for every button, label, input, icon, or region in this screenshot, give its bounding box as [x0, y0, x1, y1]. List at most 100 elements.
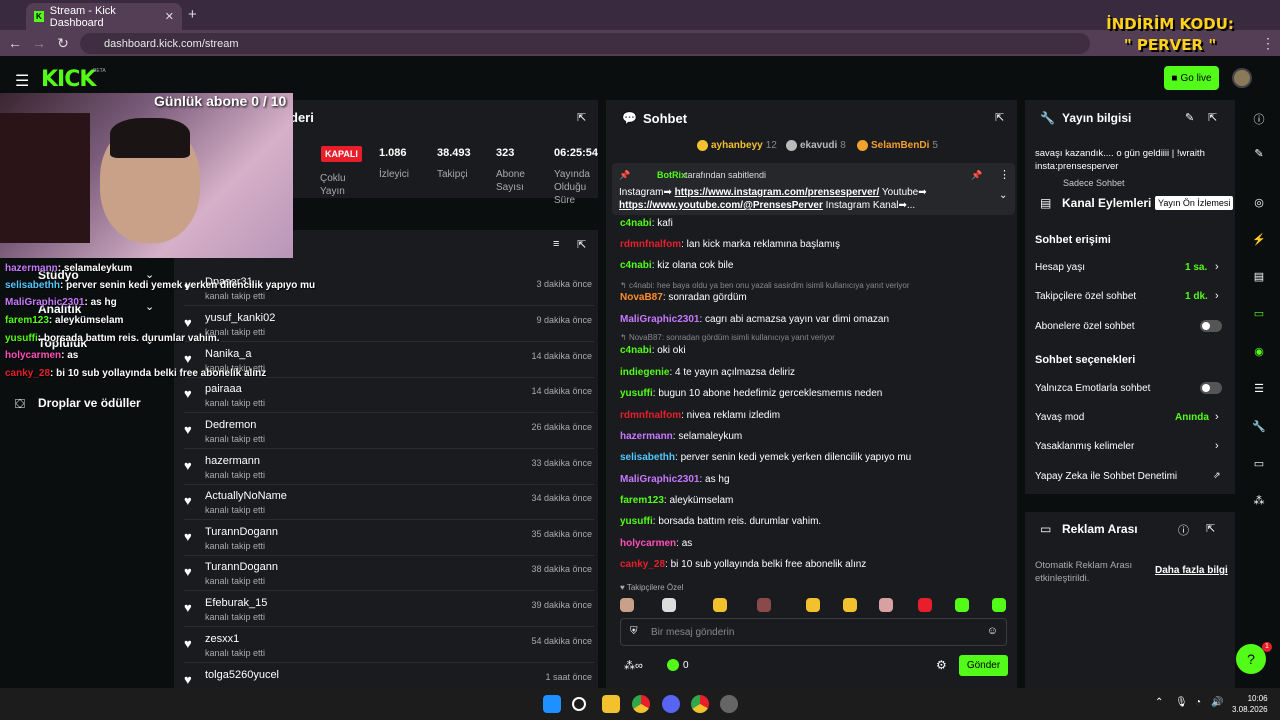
sidebar-item-drops[interactable]: Droplar ve ödüller — [38, 396, 141, 410]
subscribers-only-toggle[interactable] — [1200, 320, 1222, 332]
lightning-icon[interactable]: ⚡ — [1251, 233, 1267, 249]
emote-icon[interactable] — [713, 598, 727, 612]
kick-logo[interactable]: KICK — [41, 67, 96, 92]
ai-moderation-label[interactable]: Yapay Zeka ile Sohbet Denetimi — [1035, 471, 1177, 482]
chat-username[interactable]: c4nabi — [620, 260, 652, 271]
back-icon[interactable]: ← — [3, 35, 27, 51]
followers-only-chat-value[interactable]: 1 dk. — [1185, 291, 1208, 302]
emote-only-toggle[interactable] — [1200, 382, 1222, 394]
windows-start-icon[interactable] — [543, 695, 561, 713]
top-gifter: SelamBenDi 5 — [857, 140, 938, 151]
chat-username[interactable]: MaliGraphic2301 — [620, 474, 699, 485]
chat-username[interactable]: MaliGraphic2301 — [620, 314, 699, 325]
chevron-right-icon[interactable]: › — [1215, 290, 1219, 302]
info-icon[interactable]: ⓘ — [1251, 111, 1267, 127]
app-icon[interactable] — [720, 695, 738, 713]
clock[interactable]: 10:06 3.08.2026 — [1232, 693, 1268, 715]
chat-username[interactable]: selisabethh — [620, 452, 675, 463]
file-explorer-icon[interactable] — [602, 695, 620, 713]
drops-icon[interactable]: ⁂ — [1251, 494, 1267, 510]
chat-username[interactable]: c4nabi — [620, 218, 652, 229]
popout-icon[interactable]: ⇱ — [1206, 522, 1215, 535]
send-button[interactable]: Gönder — [959, 655, 1008, 676]
chat-username[interactable]: farem123 — [620, 495, 664, 506]
info-icon[interactable]: ⓘ — [1178, 522, 1189, 538]
chat-username[interactable]: rdmnfnalfom — [620, 410, 681, 421]
filter-icon[interactable]: ≡ — [553, 238, 559, 250]
more-options-icon[interactable]: ⋮ — [999, 168, 1010, 181]
emote-icon[interactable] — [757, 598, 771, 612]
document-icon[interactable]: ▤ — [1251, 270, 1267, 286]
chat-username[interactable]: c4nabi — [620, 345, 652, 356]
wrench-icon[interactable]: 🔧 — [1251, 420, 1267, 436]
chat-message: MaliGraphic2301: cagrı abi acmazsa yayın… — [620, 314, 889, 325]
emote-icon[interactable] — [620, 598, 634, 612]
chat-username[interactable]: hazermann — [620, 431, 673, 442]
tab-close-icon[interactable]: ✕ — [165, 10, 174, 23]
list-item: ♥ Dedremon kanalı takip etti 26 dakika önce — [184, 414, 594, 449]
emote-icon[interactable] — [955, 598, 969, 612]
chrome-icon[interactable] — [691, 695, 709, 713]
popout-icon[interactable]: ⇱ — [1208, 111, 1217, 124]
instagram-link[interactable]: https://www.instagram.com/prensesperver/ — [675, 187, 880, 198]
chevron-down-icon[interactable]: ⌄ — [145, 300, 154, 313]
chat-username[interactable]: yusuffi — [620, 516, 653, 527]
reload-icon[interactable]: ↻ — [51, 35, 75, 52]
chat-username[interactable]: NovaB87 — [620, 292, 663, 303]
browser-tab[interactable]: K Stream - Kick Dashboard ✕ — [26, 3, 182, 30]
url-field[interactable]: dashboard.kick.com/stream — [80, 33, 1090, 54]
emote-icon[interactable] — [843, 598, 857, 612]
emote-icon[interactable] — [992, 598, 1006, 612]
hamburger-menu-icon[interactable]: ☰ — [15, 71, 29, 91]
chevron-right-icon[interactable]: › — [1215, 440, 1219, 452]
emote-icon[interactable] — [879, 598, 893, 612]
menu-kebab-icon[interactable]: ⋮ — [1256, 35, 1280, 52]
new-tab-icon[interactable]: + — [188, 6, 197, 23]
chat-username[interactable]: indiegenie — [620, 367, 669, 378]
chat-message: canky_28: bi 10 sub yollayında belki fre… — [620, 559, 866, 570]
popout-icon[interactable]: ⇱ — [995, 111, 1004, 124]
forward-icon[interactable]: → — [27, 35, 51, 51]
slow-mode-value[interactable]: Anında — [1175, 412, 1209, 423]
popout-icon[interactable]: ⇱ — [577, 111, 586, 124]
edit-pencil-icon[interactable]: ✎ — [1185, 111, 1194, 124]
go-live-button[interactable]: ■ Go live — [1164, 66, 1219, 90]
emote-icon[interactable] — [806, 598, 820, 612]
list-icon[interactable]: ☰ — [1251, 382, 1267, 398]
user-avatar[interactable] — [1232, 68, 1252, 88]
emoji-icon[interactable]: ☺ — [987, 625, 998, 637]
tray-chevron-icon[interactable]: ⌃ — [1155, 697, 1163, 708]
tab-title: Stream - Kick Dashboard — [49, 4, 116, 29]
heart-icon: ♥ — [184, 636, 192, 651]
unpin-icon[interactable]: 📌 — [971, 170, 982, 181]
wifi-icon[interactable]: ◔ — [1195, 697, 1201, 708]
chat-username[interactable]: yusuffi — [620, 388, 653, 399]
learn-more-link[interactable]: Daha fazla bilgi — [1155, 565, 1228, 576]
banned-words-label[interactable]: Yasaklanmış kelimeler — [1035, 441, 1134, 452]
settings-gear-icon[interactable]: ⚙ — [936, 658, 947, 672]
broadcast-icon[interactable]: ◉ — [1251, 345, 1267, 361]
discord-icon[interactable] — [662, 695, 680, 713]
window-icon[interactable]: ▭ — [1251, 457, 1267, 473]
emote-icon[interactable] — [918, 598, 932, 612]
chevron-right-icon[interactable]: › — [1215, 261, 1219, 273]
pencil-icon[interactable]: ✎ — [1251, 147, 1267, 163]
top-gifter: ekavudi 8 — [786, 140, 846, 151]
chat-username[interactable]: rdmnfnalfom — [620, 239, 681, 250]
chat-username[interactable]: canky_28 — [620, 559, 665, 570]
mic-icon[interactable]: 🎙 — [1175, 697, 1188, 708]
preview-icon[interactable]: ◎ — [1251, 196, 1267, 212]
chat-input[interactable]: ⛨ Bir mesaj gönderin ☺ — [620, 618, 1007, 646]
account-age-value[interactable]: 1 sa. — [1185, 262, 1207, 273]
external-link-icon[interactable]: ⇗ — [1213, 470, 1221, 481]
search-icon[interactable] — [572, 697, 586, 711]
popout-icon[interactable]: ⇱ — [577, 238, 586, 251]
expand-chevron-icon[interactable]: ⌄ — [999, 190, 1007, 201]
emote-icon[interactable] — [662, 598, 676, 612]
youtube-link[interactable]: https://www.youtube.com/@PrensesPerver — [619, 200, 823, 211]
chat-username[interactable]: holycarmen — [620, 538, 676, 549]
chevron-right-icon[interactable]: › — [1215, 411, 1219, 423]
volume-icon[interactable]: 🔊 — [1211, 697, 1223, 708]
chat-icon[interactable]: ▭ — [1251, 307, 1267, 323]
chrome-icon[interactable] — [632, 695, 650, 713]
